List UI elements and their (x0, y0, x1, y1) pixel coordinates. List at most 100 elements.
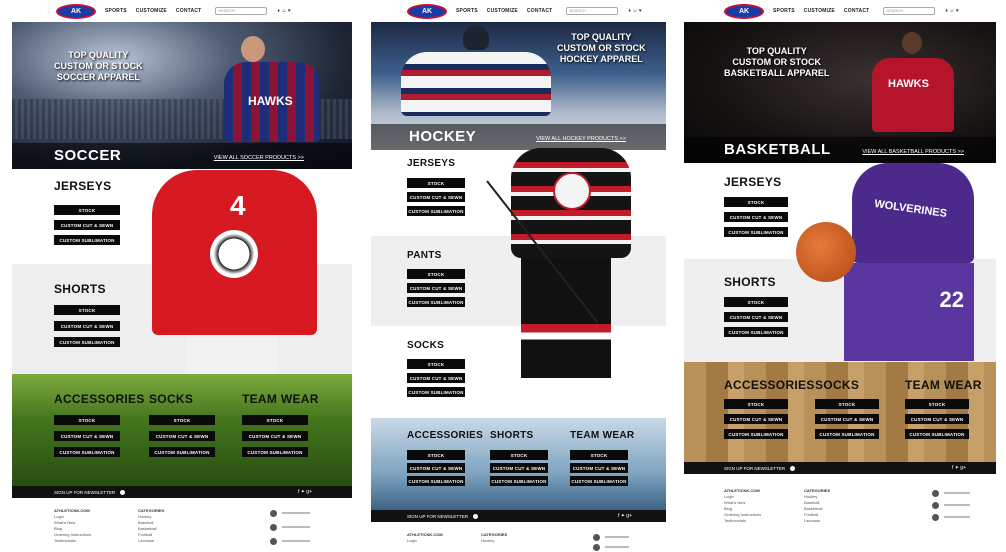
stock-button[interactable]: STOCK (149, 415, 215, 425)
cut-sew-button[interactable]: CUSTOM CUT & SEWN (407, 192, 465, 202)
sublimation-button[interactable]: CUSTOM SUBLIMATION (54, 337, 120, 347)
nav-icons[interactable]: ♦ ☺ ♥ (945, 8, 958, 14)
stock-button[interactable]: STOCK (724, 399, 788, 409)
cut-sew-button[interactable]: CUSTOM CUT & SEWN (407, 373, 465, 383)
search-input[interactable]: SEARCH (566, 7, 619, 15)
sublimation-button[interactable]: CUSTOM SUBLIMATION (407, 206, 465, 216)
stock-button[interactable]: STOCK (407, 450, 465, 460)
sublimation-button[interactable]: CUSTOM SUBLIMATION (149, 447, 215, 457)
stock-button[interactable]: STOCK (815, 399, 879, 409)
sublimation-button[interactable]: CUSTOM SUBLIMATION (815, 429, 879, 439)
cut-sew-button[interactable]: CUSTOM CUT & SEWN (570, 463, 628, 473)
stock-button[interactable]: STOCK (54, 205, 120, 215)
email-icon[interactable] (593, 544, 600, 551)
newsletter-label[interactable]: SIGN UP FOR NEWSLETTER (724, 466, 785, 471)
arrow-icon[interactable] (120, 489, 126, 495)
newsletter-label[interactable]: SIGN UP FOR NEWSLETTER (407, 514, 468, 519)
stock-button[interactable]: STOCK (242, 415, 308, 425)
section-title: PANTS (407, 250, 442, 261)
player-head (902, 32, 922, 54)
cut-sew-button[interactable]: CUSTOM CUT & SEWN (54, 431, 120, 441)
social-icons[interactable]: f ✦ g+ (618, 513, 632, 519)
sublimation-button[interactable]: CUSTOM SUBLIMATION (490, 476, 548, 486)
phone-icon[interactable] (932, 490, 939, 497)
stock-button[interactable]: STOCK (407, 178, 465, 188)
stock-button[interactable]: STOCK (407, 359, 465, 369)
stock-button[interactable]: STOCK (407, 269, 465, 279)
nav-sports[interactable]: SPORTS (773, 8, 795, 14)
view-all-link[interactable]: VIEW ALL SOCCER PRODUCTS >> (214, 155, 304, 161)
phone-icon[interactable] (593, 534, 600, 541)
stock-button[interactable]: STOCK (570, 450, 628, 460)
nav-customize[interactable]: CUSTOMIZE (487, 8, 518, 14)
footer: ATHLETICNK.COM Login What's New Blog Ord… (12, 504, 352, 552)
cut-sew-button[interactable]: CUSTOM CUT & SEWN (149, 431, 215, 441)
nav-sports[interactable]: SPORTS (456, 8, 478, 14)
sublimation-button[interactable]: CUSTOM SUBLIMATION (407, 387, 465, 397)
nav-customize[interactable]: CUSTOMIZE (136, 8, 167, 14)
location-icon[interactable] (932, 514, 939, 521)
section-title: JERSEYS (724, 175, 782, 189)
location-icon[interactable] (270, 538, 277, 545)
nav-icons[interactable]: ♦ ☺ ♥ (277, 8, 290, 14)
brand-logo[interactable]: AK (56, 3, 96, 19)
cut-sew-button[interactable]: CUSTOM CUT & SEWN (724, 312, 788, 322)
sublimation-button[interactable]: CUSTOM SUBLIMATION (407, 476, 465, 486)
social-icons[interactable]: f ✦ g+ (298, 489, 312, 495)
social-icons[interactable]: f ✦ g+ (952, 465, 966, 471)
phone-icon[interactable] (270, 510, 277, 517)
search-input[interactable]: SEARCH (883, 7, 936, 15)
stock-button[interactable]: STOCK (724, 297, 788, 307)
sublimation-button[interactable]: CUSTOM SUBLIMATION (54, 235, 120, 245)
sublimation-button[interactable]: CUSTOM SUBLIMATION (407, 297, 465, 307)
view-all-link[interactable]: VIEW ALL HOCKEY PRODUCTS >> (536, 136, 626, 142)
cut-sew-button[interactable]: CUSTOM CUT & SEWN (242, 431, 308, 441)
stock-button[interactable]: STOCK (724, 197, 788, 207)
purple-jersey-image: WOLVERINES (852, 163, 974, 263)
arrow-icon[interactable] (790, 465, 796, 471)
email-icon[interactable] (932, 502, 939, 509)
cut-sew-button[interactable]: CUSTOM CUT & SEWN (407, 283, 465, 293)
sublimation-button[interactable]: CUSTOM SUBLIMATION (242, 447, 308, 457)
cut-sew-button[interactable]: CUSTOM CUT & SEWN (407, 463, 465, 473)
stock-button[interactable]: STOCK (54, 305, 120, 315)
white-shorts-image (187, 335, 277, 375)
nav-contact[interactable]: CONTACT (844, 8, 869, 14)
newsletter-label[interactable]: SIGN UP FOR NEWSLETTER (54, 490, 115, 495)
hockey-jersey-image (401, 52, 551, 116)
nav-sports[interactable]: SPORTS (105, 8, 127, 14)
sublimation-button[interactable]: CUSTOM SUBLIMATION (724, 227, 788, 237)
brand-logo[interactable]: AK (724, 3, 764, 19)
arrow-icon[interactable] (473, 513, 479, 519)
cut-sew-button[interactable]: CUSTOM CUT & SEWN (724, 414, 788, 424)
sublimation-button[interactable]: CUSTOM SUBLIMATION (724, 429, 788, 439)
section-title: TEAM WEAR (242, 392, 319, 406)
brand-logo[interactable]: AK (407, 3, 447, 19)
nav-contact[interactable]: CONTACT (527, 8, 552, 14)
cut-sew-button[interactable]: CUSTOM CUT & SEWN (815, 414, 879, 424)
stock-button[interactable]: STOCK (54, 415, 120, 425)
section-title: SHORTS (490, 430, 534, 441)
footer-col-1: ATHLETICNK.COM Login What's New Blog Ord… (54, 508, 92, 543)
nav-contact[interactable]: CONTACT (176, 8, 201, 14)
stock-button[interactable]: STOCK (905, 399, 969, 409)
sublimation-button[interactable]: CUSTOM SUBLIMATION (54, 447, 120, 457)
email-icon[interactable] (270, 524, 277, 531)
cut-sew-button[interactable]: CUSTOM CUT & SEWN (490, 463, 548, 473)
view-all-link[interactable]: VIEW ALL BASKETBALL PRODUCTS >> (862, 149, 964, 155)
sport-title: HOCKEY (409, 128, 477, 145)
search-input[interactable]: SEARCH (215, 7, 268, 15)
sublimation-button[interactable]: CUSTOM SUBLIMATION (724, 327, 788, 337)
cut-sew-button[interactable]: CUSTOM CUT & SEWN (54, 321, 120, 331)
hockey-page: AK SPORTS CUSTOMIZE CONTACT SEARCH ♦ ☺ ♥… (371, 0, 666, 552)
section-title: ACCESSORIES (407, 430, 484, 441)
cut-sew-button[interactable]: CUSTOM CUT & SEWN (54, 220, 120, 230)
stock-button[interactable]: STOCK (490, 450, 548, 460)
cut-sew-button[interactable]: CUSTOM CUT & SEWN (724, 212, 788, 222)
nav-customize[interactable]: CUSTOMIZE (804, 8, 835, 14)
section-title: SHORTS (724, 275, 776, 289)
cut-sew-button[interactable]: CUSTOM CUT & SEWN (905, 414, 969, 424)
sublimation-button[interactable]: CUSTOM SUBLIMATION (570, 476, 628, 486)
sublimation-button[interactable]: CUSTOM SUBLIMATION (905, 429, 969, 439)
nav-icons[interactable]: ♦ ☺ ♥ (628, 8, 641, 14)
